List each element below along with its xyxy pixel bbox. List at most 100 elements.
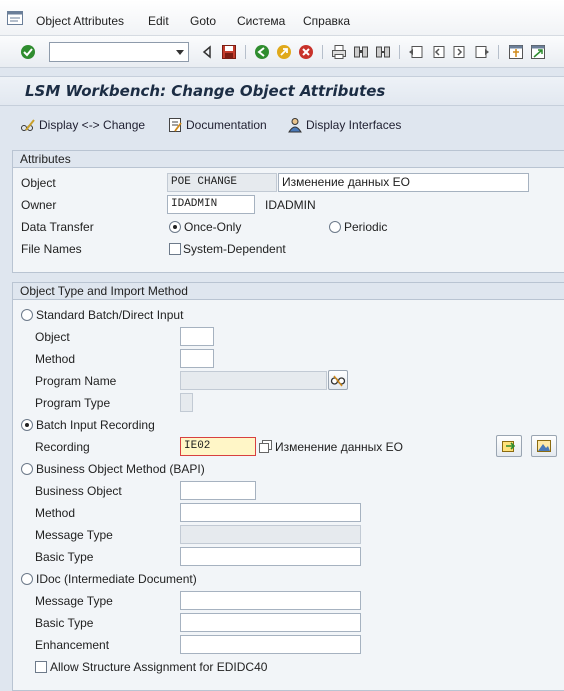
menu-edit[interactable]: Edit <box>148 14 169 28</box>
documentation-icon <box>169 118 182 132</box>
bapi-business-object-field[interactable] <box>180 481 256 500</box>
person-icon <box>288 118 302 133</box>
bapi-radio[interactable] <box>21 463 33 475</box>
import-method-group-title: Object Type and Import Method <box>13 283 564 300</box>
enter-checkmark-icon[interactable] <box>20 44 36 60</box>
standard-batch-radio[interactable] <box>21 309 33 321</box>
first-page-icon[interactable] <box>408 44 424 60</box>
menu-object-attributes[interactable]: Object Attributes <box>36 14 124 28</box>
command-field[interactable] <box>49 42 189 62</box>
idoc-basic-type-field[interactable] <box>180 613 361 632</box>
data-transfer-label: Data Transfer <box>21 220 94 234</box>
back-green-icon[interactable] <box>254 44 270 60</box>
recording-field[interactable]: IE02 <box>180 437 256 456</box>
bapi-business-object-label: Business Object <box>35 484 122 498</box>
allow-structure-label: Allow Structure Assignment for EDIDC40 <box>50 660 268 674</box>
toolbar-separator <box>399 45 400 59</box>
system-menu-icon[interactable] <box>7 11 23 25</box>
back-arrow-icon[interactable] <box>199 44 215 60</box>
documentation-label: Documentation <box>186 118 267 132</box>
object-label: Object <box>21 176 56 190</box>
program-name-search-button[interactable] <box>328 370 348 390</box>
exit-yellow-icon[interactable] <box>276 44 292 60</box>
bapi-method-field[interactable] <box>180 503 361 522</box>
standard-toolbar <box>0 36 564 68</box>
batch-input-radio[interactable] <box>21 419 33 431</box>
file-names-label: File Names <box>21 242 82 256</box>
owner-field[interactable]: IDADMIN <box>167 195 255 214</box>
previous-page-icon[interactable] <box>430 44 446 60</box>
system-dependent-label: System-Dependent <box>183 242 286 256</box>
toolbar-separator <box>498 45 499 59</box>
idoc-enhancement-label: Enhancement <box>35 638 110 652</box>
menu-goto[interactable]: Goto <box>190 14 216 28</box>
bapi-method-label: Method <box>35 506 76 520</box>
toolbar-separator <box>245 45 246 59</box>
idoc-message-type-label: Message Type <box>35 594 113 608</box>
generate-shortcut-icon[interactable] <box>530 44 546 60</box>
edit-arrow-icon <box>502 441 516 452</box>
find-next-icon[interactable] <box>375 44 391 60</box>
application-toolbar: Display <-> Change Documentation Display… <box>0 110 564 140</box>
recording-label: Recording <box>35 440 90 454</box>
sb-program-type-field <box>180 393 193 412</box>
bapi-basic-type-field[interactable] <box>180 547 361 566</box>
allow-structure-checkbox[interactable] <box>35 661 47 673</box>
pencil-glasses-icon <box>21 119 35 131</box>
toolbar-separator <box>322 45 323 59</box>
glasses-icon <box>330 375 346 387</box>
title-bar: LSM Workbench: Change Object Attributes <box>0 76 564 106</box>
print-icon[interactable] <box>331 44 347 60</box>
standard-batch-label: Standard Batch/Direct Input <box>36 308 184 322</box>
copy-icon[interactable] <box>259 440 272 453</box>
once-only-radio[interactable] <box>169 221 181 233</box>
display-interfaces-label: Display Interfaces <box>306 118 402 132</box>
mountain-picture-icon <box>537 440 551 452</box>
periodic-radio[interactable] <box>329 221 341 233</box>
object-field: POE CHANGE <box>167 173 277 192</box>
import-method-group: Object Type and Import Method Standard B… <box>12 282 564 691</box>
attributes-group-title: Attributes <box>13 151 564 168</box>
sb-object-field[interactable] <box>180 327 214 346</box>
display-interfaces-button[interactable]: Display Interfaces <box>287 116 401 134</box>
sb-program-type-label: Program Type <box>35 396 111 410</box>
bapi-message-type-label: Message Type <box>35 528 113 542</box>
sb-program-name-label: Program Name <box>35 374 117 388</box>
idoc-label: IDoc (Intermediate Document) <box>36 572 197 586</box>
system-dependent-checkbox[interactable] <box>169 243 181 255</box>
batch-input-label: Batch Input Recording <box>36 418 155 432</box>
idoc-message-type-field[interactable] <box>180 591 361 610</box>
sb-object-label: Object <box>35 330 70 344</box>
documentation-button[interactable]: Documentation <box>167 116 267 134</box>
page-title: LSM Workbench: Change Object Attributes <box>25 82 386 100</box>
bapi-message-type-field <box>180 525 361 544</box>
owner-label: Owner <box>21 198 57 212</box>
owner-name-text: IDADMIN <box>265 198 316 212</box>
recording-description: Изменение данных ЕО <box>275 440 403 454</box>
last-page-icon[interactable] <box>474 44 490 60</box>
periodic-label: Periodic <box>344 220 388 234</box>
display-change-button[interactable]: Display <-> Change <box>20 116 145 134</box>
display-recording-button[interactable] <box>531 435 557 457</box>
menu-bar: Object Attributes Edit Goto Система Спра… <box>0 0 564 36</box>
chevron-down-icon[interactable] <box>176 50 184 55</box>
next-page-icon[interactable] <box>452 44 468 60</box>
idoc-radio[interactable] <box>21 573 33 585</box>
idoc-enhancement-field[interactable] <box>180 635 361 654</box>
create-session-icon[interactable] <box>508 44 524 60</box>
display-change-label: Display <-> Change <box>39 118 146 132</box>
bapi-label: Business Object Method (BAPI) <box>36 462 205 476</box>
object-description-field: Изменение данных ЕО <box>278 173 529 192</box>
bapi-basic-type-label: Basic Type <box>35 550 94 564</box>
find-icon[interactable] <box>353 44 369 60</box>
menu-system[interactable]: Система <box>237 14 285 28</box>
menu-help[interactable]: Справка <box>303 14 350 28</box>
sb-method-field[interactable] <box>180 349 214 368</box>
idoc-basic-type-label: Basic Type <box>35 616 94 630</box>
save-icon[interactable] <box>221 44 237 60</box>
edit-recording-button[interactable] <box>496 435 522 457</box>
attributes-group: Attributes Object POE CHANGE Изменение д… <box>12 150 564 273</box>
cancel-red-icon[interactable] <box>298 44 314 60</box>
once-only-label: Once-Only <box>184 220 242 234</box>
sb-program-name-field <box>180 371 327 390</box>
